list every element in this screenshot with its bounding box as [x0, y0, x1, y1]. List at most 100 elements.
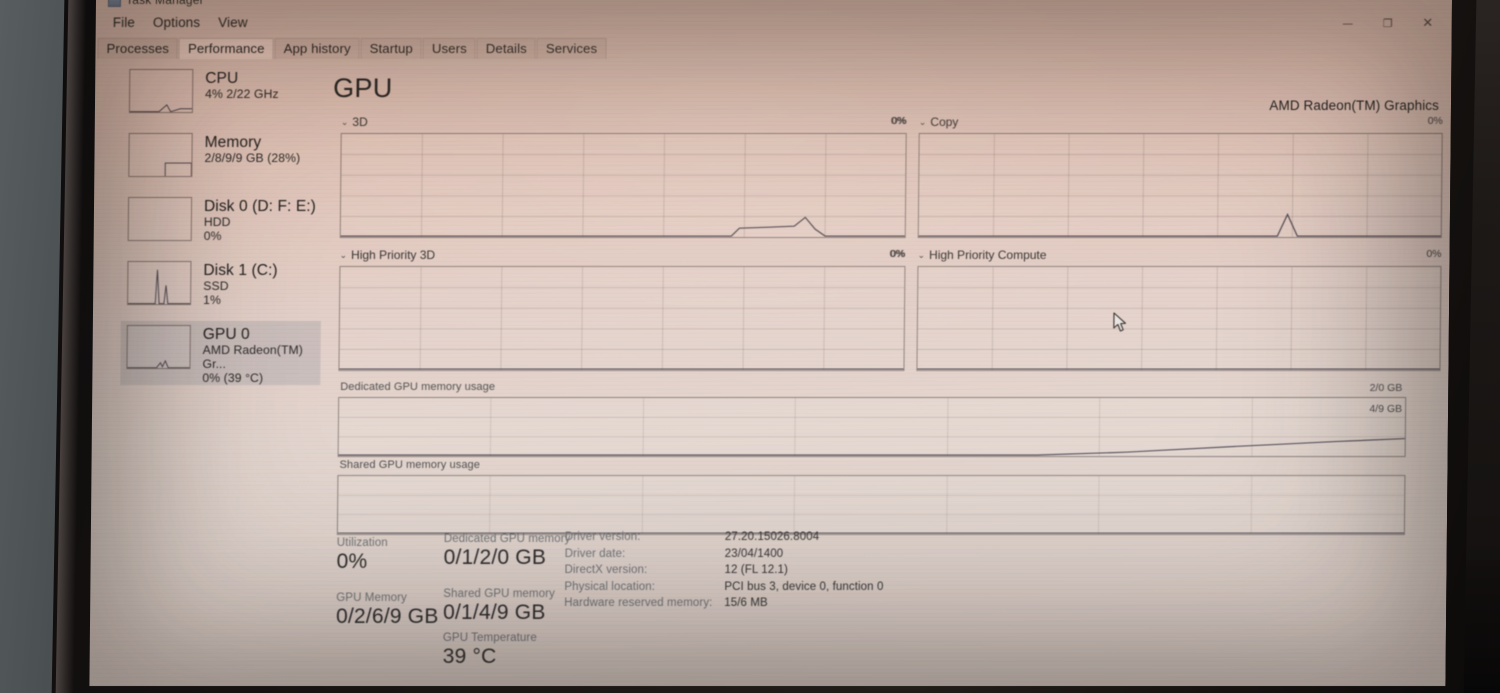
chevron-down-icon[interactable]: ⌄	[917, 250, 926, 261]
graph-hpc-wrapper: 0% ⌄ High Priority Compute 0%	[890, 248, 1442, 371]
resource-sidebar: CPU 4% 2/22 GHz Memory 2/8/9/9 GB (28%) …	[118, 65, 323, 625]
stat-utilization-label: Utilization	[336, 537, 388, 549]
info-key: Driver date:	[564, 547, 626, 560]
sidebar-item-label: Disk 0 (D: F: E:)	[203, 198, 317, 215]
sidebar-item-sub1: 4% 2/22 GHz	[205, 87, 279, 101]
graph-label-text: 3D	[352, 115, 368, 129]
sidebar-text-gpu0: GPU 0 AMD Radeon(TM) Gr... 0% (39 °C)	[202, 325, 315, 385]
graph-3d	[339, 133, 907, 238]
chevron-down-icon[interactable]: ⌄	[339, 250, 348, 261]
info-key: Physical location:	[564, 580, 656, 593]
memory-thumbnail-graph	[128, 133, 193, 177]
graph-high-priority-3d	[338, 266, 906, 371]
graph-hpc-percent-left: 0%	[889, 248, 905, 260]
graph-hp3d-label[interactable]: ⌄ High Priority 3D	[339, 248, 436, 262]
disk1-thumbnail-graph	[127, 261, 192, 305]
info-row: Hardware reserved memory: 15/6 MB	[564, 597, 1124, 609]
menu-item-options[interactable]: Options	[144, 13, 209, 32]
graph-3d-label[interactable]: ⌄ 3D	[341, 115, 368, 129]
graph-shared-memory-max: 4/9 GB	[1369, 403, 1403, 415]
graph-3d-wrapper: ⌄ 3D 0%	[339, 115, 907, 238]
stat-dedicated-value: 0/1/2/0 GB	[443, 546, 547, 569]
info-row: Physical location: PCI bus 3, device 0, …	[564, 581, 1124, 593]
window-title: Task Manager	[125, 0, 204, 7]
task-manager-body: CPU 4% 2/22 GHz Memory 2/8/9/9 GB (28%) …	[89, 59, 1451, 686]
graph-dedicated-gpu-memory	[337, 397, 1407, 457]
task-manager-window: Task Manager — ❐ ✕ File Options View Pro…	[89, 0, 1452, 686]
disk0-thumbnail-graph	[127, 197, 193, 241]
info-value: 27.20.15026.8004	[724, 531, 820, 543]
chevron-down-icon[interactable]: ⌄	[341, 117, 349, 128]
graph-copy-percent-left: 0%	[890, 115, 907, 127]
sidebar-item-cpu[interactable]: CPU 4% 2/22 GHz	[123, 65, 324, 129]
info-value: 15/6 MB	[724, 597, 768, 609]
tab-performance[interactable]: Performance	[178, 38, 274, 59]
graph-copy-label[interactable]: ⌄ Copy	[919, 115, 959, 129]
graph-hpc-percent: 0%	[1426, 248, 1442, 260]
page-title: GPU	[333, 73, 393, 103]
window-controls: — ❐ ✕	[1328, 12, 1448, 34]
stat-gpu-memory-value: 0/2/6/9 GB	[335, 605, 439, 628]
sidebar-item-label: Memory	[204, 134, 262, 151]
tab-app-history[interactable]: App history	[274, 38, 360, 59]
chevron-down-icon[interactable]: ⌄	[919, 117, 927, 128]
stat-dedicated-memory: Dedicated GPU memory 0/1/2/0 GB	[444, 533, 571, 570]
gpu-info-table: Driver version: 27.20.15026.8004 Driver …	[564, 531, 1125, 614]
sidebar-item-gpu0[interactable]: GPU 0 AMD Radeon(TM) Gr... 0% (39 °C)	[120, 321, 321, 385]
sidebar-item-sub2: 1%	[203, 293, 222, 307]
stat-dedicated-label: Dedicated GPU memory	[443, 533, 571, 545]
graph-dedicated-memory-wrapper: Dedicated GPU memory usage 2/0 GB	[337, 381, 1407, 457]
sidebar-item-sub2: 0% (39 °C)	[202, 371, 264, 385]
gpu0-thumbnail-graph	[126, 325, 191, 369]
graph-shared-memory-label: Shared GPU memory usage	[339, 459, 481, 471]
stat-utilization: Utilization 0%	[336, 537, 387, 574]
mouse-cursor	[1113, 312, 1127, 332]
sidebar-item-label: Disk 1 (C:)	[203, 262, 278, 279]
info-row: DirectX version: 12 (FL 12.1)	[564, 564, 1124, 576]
info-key: Hardware reserved memory:	[564, 597, 713, 609]
close-button[interactable]: ✕	[1408, 12, 1448, 34]
graph-copy-percent: 0%	[1427, 115, 1443, 127]
gpu-stats-footer: Utilization 0% GPU Memory 0/2/6/9 GB Ded…	[327, 531, 1446, 686]
stat-shared-value: 0/1/4/9 GB	[443, 601, 546, 624]
stat-temp-label: GPU Temperature	[442, 632, 537, 644]
sidebar-item-disk0[interactable]: Disk 0 (D: F: E:) HDD 0%	[122, 193, 323, 257]
task-manager-icon	[108, 0, 120, 6]
tab-startup[interactable]: Startup	[360, 38, 422, 59]
sidebar-item-memory[interactable]: Memory 2/8/9/9 GB (28%)	[122, 129, 323, 193]
monitor-screen: Task Manager — ❐ ✕ File Options View Pro…	[89, 0, 1452, 686]
maximize-button[interactable]: ❐	[1368, 12, 1408, 34]
menu-item-view[interactable]: View	[209, 13, 257, 32]
graph-shared-gpu-memory	[336, 475, 1406, 535]
info-key: Driver version:	[564, 531, 641, 543]
stat-gpu-memory: GPU Memory 0/2/6/9 GB	[336, 592, 439, 629]
photo-scene: Task Manager — ❐ ✕ File Options View Pro…	[0, 0, 1500, 693]
sidebar-item-disk1[interactable]: Disk 1 (C:) SSD 1%	[121, 257, 322, 321]
sidebar-text-disk0: Disk 0 (D: F: E:) HDD 0%	[204, 197, 316, 243]
cpu-thumbnail-graph	[128, 69, 194, 113]
sidebar-item-label: CPU	[205, 70, 239, 87]
graph-hpc-label[interactable]: ⌄ High Priority Compute	[917, 248, 1047, 262]
sidebar-item-sub1: AMD Radeon(TM) Gr...	[202, 343, 303, 371]
sidebar-item-sub1: SSD	[203, 279, 229, 293]
info-value: PCI bus 3, device 0, function 0	[724, 580, 884, 593]
tab-strip: Processes Performance App history Startu…	[95, 37, 1451, 59]
info-row: Driver version: 27.20.15026.8004	[565, 531, 1125, 543]
info-value: 12 (FL 12.1)	[724, 564, 789, 576]
menu-item-file[interactable]: File	[104, 13, 144, 32]
sidebar-item-label: GPU 0	[202, 326, 250, 343]
sidebar-text-disk1: Disk 1 (C:) SSD 1%	[203, 261, 278, 307]
tab-processes[interactable]: Processes	[97, 38, 179, 59]
tab-services[interactable]: Services	[536, 38, 607, 59]
minimize-button[interactable]: —	[1328, 12, 1368, 34]
graph-hp3d-wrapper: ⌄ High Priority 3D 0%	[338, 248, 906, 371]
stat-temp-value: 39 °C	[442, 645, 497, 668]
stat-shared-memory: Shared GPU memory 0/1/4/9 GB	[443, 588, 555, 625]
graph-copy	[917, 133, 1443, 238]
menu-bar: File Options View	[96, 11, 1452, 33]
tab-details[interactable]: Details	[476, 38, 536, 59]
info-value: 23/04/1400	[724, 547, 784, 560]
tab-users[interactable]: Users	[422, 38, 476, 59]
sidebar-text-memory: Memory 2/8/9/9 GB (28%)	[204, 133, 300, 165]
graph-dedicated-memory-label: Dedicated GPU memory usage	[340, 381, 496, 393]
